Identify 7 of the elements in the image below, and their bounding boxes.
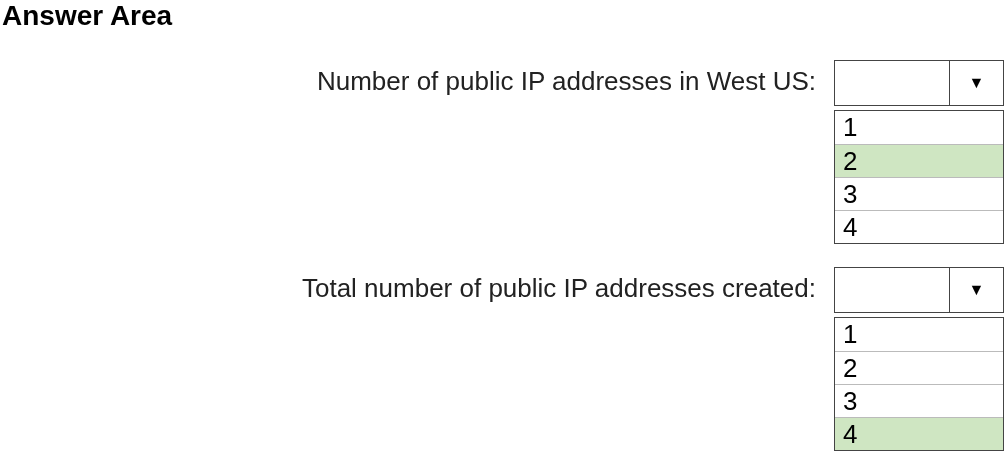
dropdown[interactable]: ▼ (834, 60, 1004, 106)
dropdown[interactable]: ▼ (834, 267, 1004, 313)
question-label: Total number of public IP addresses created: (300, 272, 817, 301)
dropdown-option[interactable]: 2 (835, 144, 1003, 177)
answer-area-title: Answer Area (1, 0, 174, 33)
dropdown-option[interactable]: 4 (835, 417, 1003, 450)
question-label: Number of public IP addresses in West US: (315, 65, 817, 94)
